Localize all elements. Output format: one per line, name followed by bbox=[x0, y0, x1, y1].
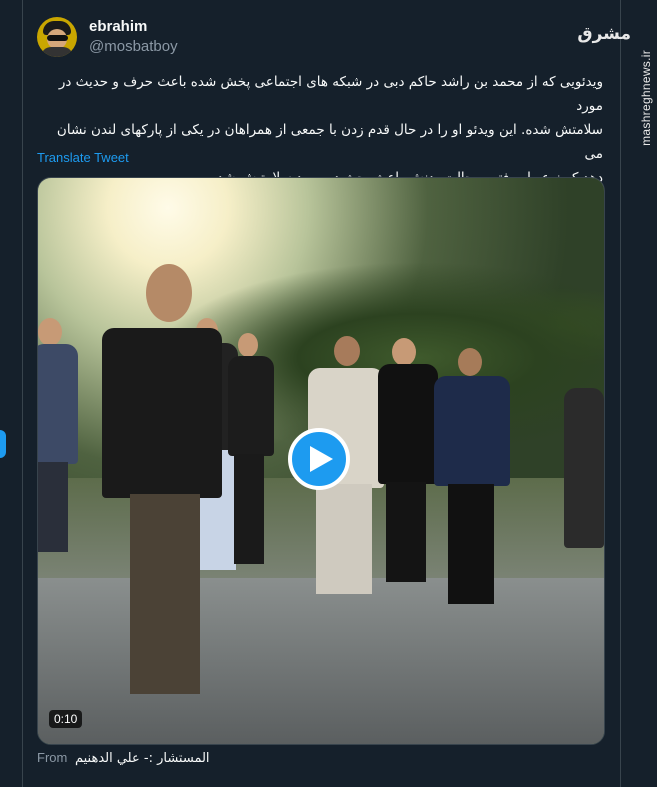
video-duration: 0:10 bbox=[49, 710, 83, 728]
watermark: مشرق mashreghnews.ir bbox=[577, 10, 653, 146]
author-names: ebrahim @mosbatboy bbox=[89, 17, 178, 57]
author-handle[interactable]: @mosbatboy bbox=[89, 37, 178, 57]
video-player[interactable]: 0:10 bbox=[37, 177, 605, 745]
media-source: From المستشار :- علي الدهنيم bbox=[37, 750, 210, 766]
video-thumbnail-road bbox=[38, 578, 604, 744]
translate-tweet-link[interactable]: Translate Tweet bbox=[37, 150, 129, 165]
tweet-header: ebrahim @mosbatboy bbox=[37, 15, 178, 59]
tweet-text-line: ویدئویی که از محمد بن راشد حاکم دبی در ش… bbox=[58, 74, 603, 114]
watermark-logo: مشرق bbox=[577, 24, 631, 44]
author-display-name[interactable]: ebrahim bbox=[89, 17, 178, 37]
avatar[interactable] bbox=[37, 17, 77, 57]
scroll-indicator[interactable] bbox=[0, 430, 6, 458]
watermark-site: mashreghnews.ir bbox=[639, 50, 653, 146]
play-icon bbox=[310, 446, 333, 472]
tweet-text: ویدئویی که از محمد بن راشد حاکم دبی در ش… bbox=[37, 70, 603, 190]
source-account-link[interactable]: المستشار :- علي الدهنيم bbox=[75, 751, 210, 766]
play-button[interactable] bbox=[288, 428, 350, 490]
from-label: From bbox=[37, 750, 68, 765]
left-rail bbox=[0, 0, 23, 787]
